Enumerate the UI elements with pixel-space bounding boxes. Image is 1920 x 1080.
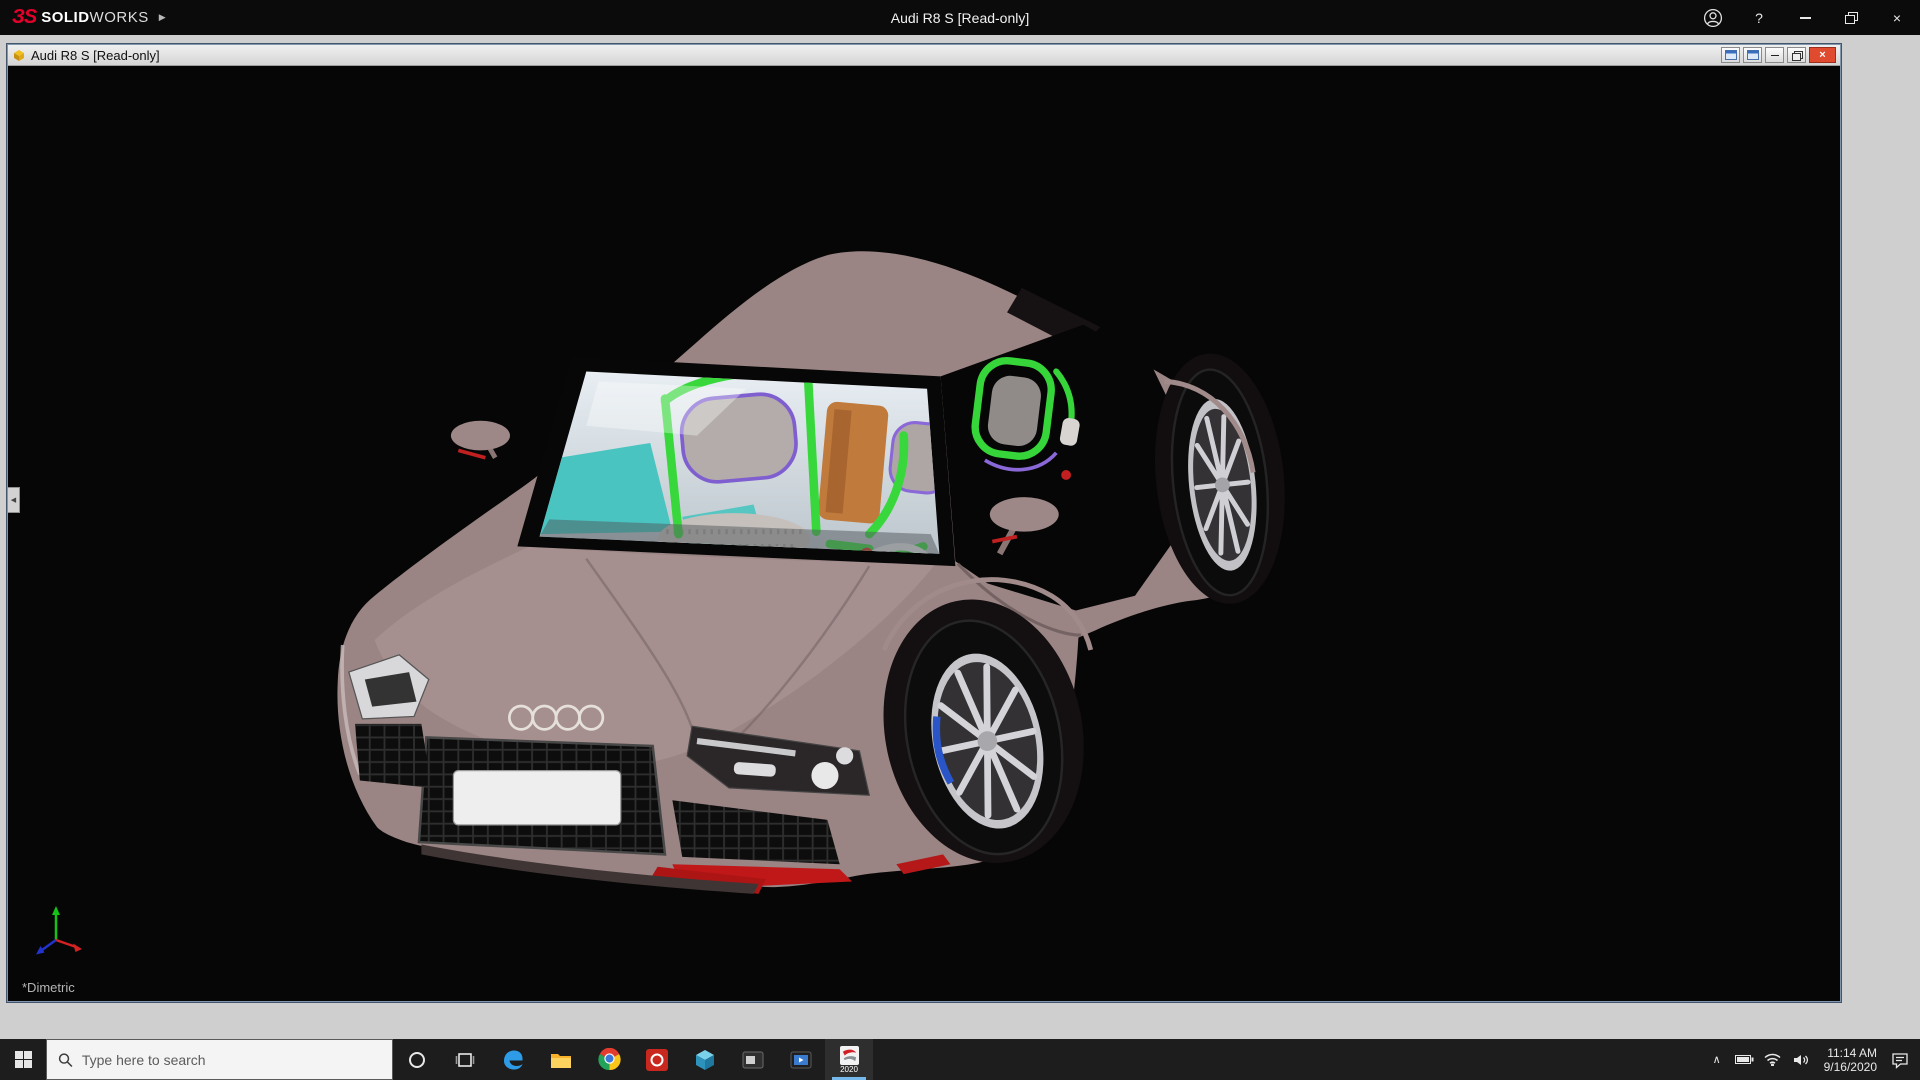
close-icon: × [1893,10,1901,26]
app-window-controls: ? × [1690,0,1920,35]
view-orientation-label: *Dimetric [22,980,75,995]
document-window-controls: × [1721,47,1836,63]
action-center-button[interactable] [1886,1039,1914,1080]
left-intake [355,724,431,788]
document-titlebar[interactable]: Audi R8 S [Read-only] × [8,45,1840,66]
network-button[interactable] [1759,1039,1787,1080]
clock-date: 9/16/2020 [1824,1060,1877,1074]
window-icon [1725,50,1737,60]
window-app-icon [742,1049,764,1071]
wifi-icon [1764,1053,1781,1066]
solidworks-2020-button[interactable]: 2020 [825,1039,873,1080]
speaker-icon [1793,1053,1809,1067]
restore-icon [1845,12,1857,23]
edge-button[interactable] [489,1039,537,1080]
volume-button[interactable] [1787,1039,1815,1080]
windows-logo-icon [15,1051,32,1068]
cube-app-button[interactable] [681,1039,729,1080]
taskbar-clock[interactable]: 11:14 AM 9/16/2020 [1815,1046,1886,1074]
battery-icon [1735,1054,1754,1065]
search-icon [58,1052,73,1068]
clock-time: 11:14 AM [1827,1046,1877,1060]
solidworks-logo: ЗS SOLIDWORKS [0,6,149,29]
minimize-icon [1771,55,1779,56]
file-explorer-icon [549,1048,573,1072]
app-window-title: Audi R8 S [Read-only] [0,10,1920,26]
edge-icon [501,1048,525,1072]
doc-restore-button[interactable] [1787,47,1806,63]
panel-collapse-icon: ◀ [11,496,16,504]
battery-button[interactable] [1731,1039,1759,1080]
task-view-button[interactable] [441,1039,489,1080]
account-button[interactable] [1690,0,1736,35]
help-button[interactable]: ? [1736,0,1782,35]
dassault-logo-icon: ЗS [12,6,36,29]
minimize-button[interactable] [1782,0,1828,35]
viewport-3d[interactable]: *Dimetric ◀ [8,66,1840,1001]
taskbar: 2020 ∧ [0,1039,1920,1080]
taskbar-search[interactable] [46,1039,393,1080]
hidden-icons-button[interactable]: ∧ [1703,1039,1731,1080]
task-view-icon [455,1050,475,1070]
left-mirror[interactable] [451,421,510,458]
system-tray: ∧ [1703,1039,1920,1080]
screen: ЗS SOLIDWORKS ▶ Audi R8 S [Read-only] ? … [0,0,1920,1080]
solidworks-version-badge: 2020 [840,1065,858,1074]
action-center-icon [1891,1051,1909,1069]
menu-expand-arrow-icon[interactable]: ▶ [159,12,166,23]
doc-next-window-button[interactable] [1743,47,1762,63]
license-plate [453,771,620,825]
part-file-icon [12,48,26,62]
file-explorer-button[interactable] [537,1039,585,1080]
doc-minimize-button[interactable] [1765,47,1784,63]
restore-button[interactable] [1828,0,1874,35]
doc-previous-window-button[interactable] [1721,47,1740,63]
red-app-icon [646,1049,668,1071]
brand-name: SOLIDWORKS [41,9,149,26]
cortana-button[interactable] [393,1039,441,1080]
cortana-icon [407,1050,427,1070]
chevron-up-icon: ∧ [1713,1053,1721,1066]
close-button[interactable]: × [1874,0,1920,35]
reference-triad[interactable] [32,904,84,965]
search-input[interactable] [82,1052,392,1068]
document-title: Audi R8 S [Read-only] [31,48,160,63]
window-icon [1747,50,1759,60]
media-app-button[interactable] [777,1039,825,1080]
app-titlebar: ЗS SOLIDWORKS ▶ Audi R8 S [Read-only] ? … [0,0,1920,35]
doc-close-button[interactable]: × [1809,47,1836,63]
window-app-button[interactable] [729,1039,777,1080]
cube-app-icon [694,1049,716,1071]
close-icon: × [1819,49,1825,61]
solidworks-icon [840,1046,859,1065]
help-icon: ? [1755,10,1763,26]
panel-collapse-arrow[interactable]: ◀ [8,487,20,513]
triad-axes-icon [32,904,84,960]
red-app-button[interactable] [633,1039,681,1080]
media-app-icon [790,1049,812,1071]
document-window: Audi R8 S [Read-only] × [7,44,1841,1002]
start-button[interactable] [0,1039,46,1080]
chrome-icon [598,1048,621,1071]
user-circle-icon [1703,8,1723,28]
minimize-icon [1800,17,1811,19]
side-blade[interactable] [941,325,1187,611]
restore-icon [1792,51,1802,60]
audi-r8-model[interactable] [8,66,1840,1001]
chrome-button[interactable] [585,1039,633,1080]
